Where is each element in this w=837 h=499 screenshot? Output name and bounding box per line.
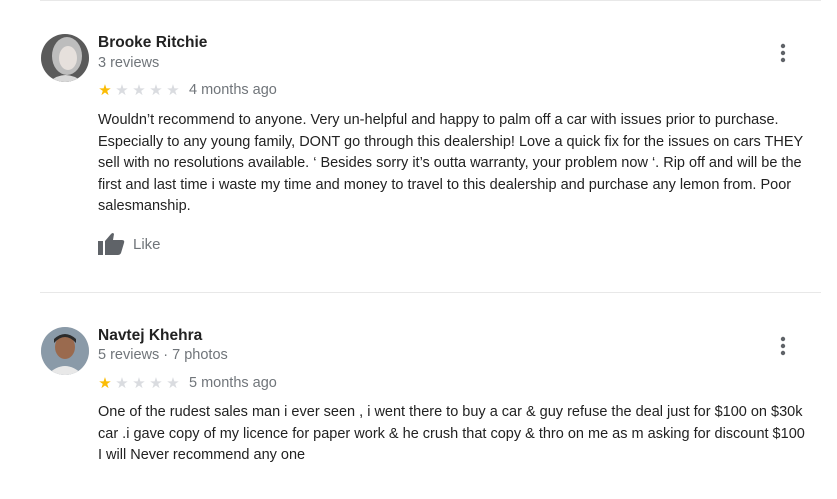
reviewer-meta[interactable]: 5 reviews · 7 photos (98, 347, 228, 363)
reviewer-name[interactable]: Navtej Khehra (98, 327, 202, 345)
more-vert-icon (780, 336, 786, 356)
star-icon: ★ (166, 374, 180, 392)
more-options-button[interactable] (770, 333, 796, 359)
star-rating: ★ ★ ★ ★ ★ (97, 376, 181, 391)
star-icon: ★ (149, 374, 163, 392)
review-date: 5 months ago (189, 375, 277, 391)
avatar[interactable] (41, 327, 89, 375)
star-icon: ★ (132, 374, 146, 392)
star-icon: ★ (98, 374, 112, 392)
review-text-paragraph: One of the rudest sales man i ever seen … (98, 404, 805, 442)
review-text-paragraph: I will Never recommend any one (98, 447, 306, 463)
review-card: Navtej Khehra 5 reviews · 7 photos ★ ★ ★ ★ ★… (0, 0, 837, 499)
review-text: One of the rudest sales man i ever seen … (98, 402, 826, 467)
star-icon: ★ (115, 374, 129, 392)
